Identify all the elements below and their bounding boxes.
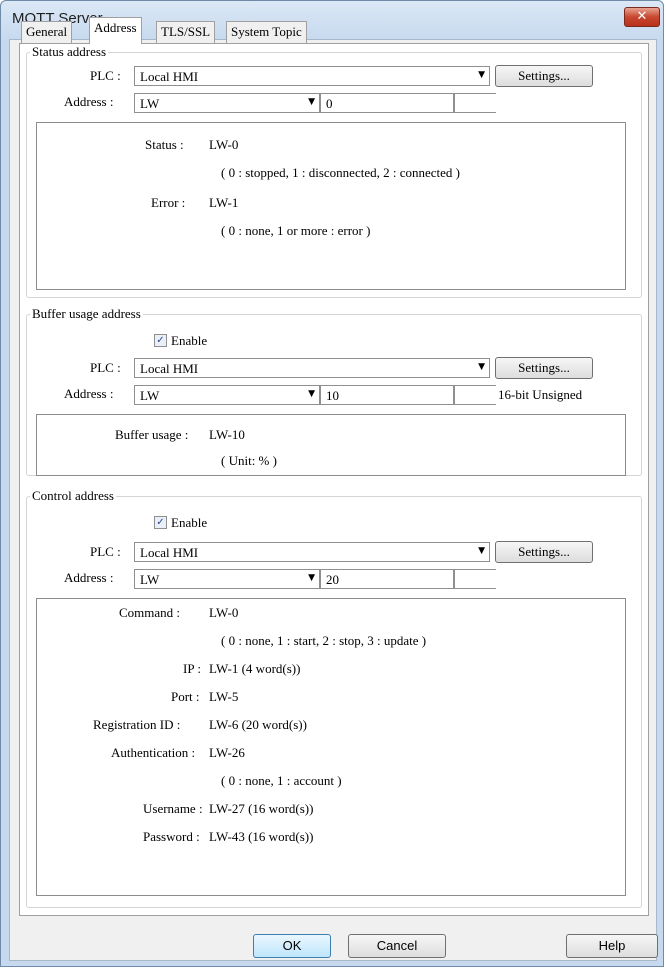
control-address-type-select[interactable]: LW ▼ — [134, 569, 320, 589]
buffer-info-box: Buffer usage : LW-10 ( Unit: % ) — [36, 414, 626, 476]
authentication-note: ( 0 : none, 1 : account ) — [221, 773, 342, 788]
buffer-plc-select[interactable]: Local HMI ▼ — [134, 358, 490, 378]
buffer-settings-button[interactable]: Settings... — [495, 357, 593, 379]
status-info-box: Status : LW-0 ( 0 : stopped, 1 : disconn… — [36, 122, 626, 290]
status-address-legend: Status address — [30, 44, 109, 60]
buffer-info-value: LW-10 — [209, 427, 245, 442]
control-plc-select[interactable]: Local HMI ▼ — [134, 542, 490, 562]
status-address-type-value: LW — [140, 96, 160, 111]
control-plc-value: Local HMI — [140, 545, 199, 560]
chevron-down-icon: ▼ — [478, 70, 485, 80]
error-info-value: LW-1 — [209, 195, 239, 210]
control-address-label: Address : — [64, 570, 114, 585]
chevron-down-icon: ▼ — [308, 389, 315, 399]
control-settings-button[interactable]: Settings... — [495, 541, 593, 563]
authentication-label: Authentication : — [111, 745, 196, 760]
buffer-plc-value: Local HMI — [140, 361, 199, 376]
chevron-down-icon: ▼ — [478, 546, 485, 556]
control-plc-label: PLC : — [90, 544, 121, 559]
status-info-value: LW-0 — [209, 137, 239, 152]
cancel-button[interactable]: Cancel — [348, 934, 446, 958]
buffer-enable-checkbox[interactable]: ✓ — [154, 334, 167, 347]
port-label: Port : — [171, 689, 200, 704]
status-info-note: ( 0 : stopped, 1 : disconnected, 2 : con… — [221, 165, 460, 180]
buffer-info-label: Buffer usage : — [115, 427, 189, 442]
control-enable-checkbox[interactable]: ✓ — [154, 516, 167, 529]
registration-id-value: LW-6 (20 word(s)) — [209, 717, 307, 732]
buffer-plc-label: PLC : — [90, 360, 121, 375]
buffer-address-type-value: LW — [140, 388, 160, 403]
tab-tls-ssl[interactable]: TLS/SSL — [156, 21, 216, 43]
tab-address[interactable]: Address — [89, 17, 142, 44]
control-data-type-box — [454, 569, 496, 589]
mqtt-server-dialog: MQTT Server ✕ General Address TLS/SSL Sy… — [0, 0, 664, 967]
status-address-label: Address : — [64, 94, 114, 109]
chevron-down-icon: ▼ — [478, 362, 485, 372]
ok-button[interactable]: OK — [253, 934, 331, 958]
ip-label: IP : — [183, 661, 201, 676]
status-data-type-box — [454, 93, 496, 113]
status-plc-value: Local HMI — [140, 69, 199, 84]
status-address-type-select[interactable]: LW ▼ — [134, 93, 320, 113]
error-info-label: Error : — [151, 195, 186, 210]
buffer-data-type-box — [454, 385, 496, 405]
buffer-usage-legend: Buffer usage address — [30, 306, 143, 322]
command-value: LW-0 — [209, 605, 239, 620]
chevron-down-icon: ▼ — [308, 97, 315, 107]
control-address-legend: Control address — [30, 488, 116, 504]
command-label: Command : — [119, 605, 181, 620]
registration-id-label: Registration ID : — [93, 717, 181, 732]
help-button[interactable]: Help — [566, 934, 658, 958]
ip-value: LW-1 (4 word(s)) — [209, 661, 301, 676]
port-value: LW-5 — [209, 689, 239, 704]
status-address-input[interactable]: 0 — [320, 93, 454, 113]
password-value: LW-43 (16 word(s)) — [209, 829, 314, 844]
control-address-type-value: LW — [140, 572, 160, 587]
control-enable-label: Enable — [171, 515, 208, 530]
buffer-address-type-select[interactable]: LW ▼ — [134, 385, 320, 405]
username-value: LW-27 (16 word(s)) — [209, 801, 314, 816]
password-label: Password : — [143, 829, 200, 844]
status-settings-button[interactable]: Settings... — [495, 65, 593, 87]
chevron-down-icon: ▼ — [308, 573, 315, 583]
status-plc-select[interactable]: Local HMI ▼ — [134, 66, 490, 86]
tab-general[interactable]: General — [21, 21, 73, 43]
buffer-data-type-label: 16-bit Unsigned — [498, 387, 583, 402]
username-label: Username : — [143, 801, 203, 816]
authentication-value: LW-26 — [209, 745, 245, 760]
tab-system-topic[interactable]: System Topic — [226, 21, 307, 43]
buffer-address-input[interactable]: 10 — [320, 385, 454, 405]
address-tab-panel: Status address PLC : Local HMI ▼ Setting… — [19, 43, 649, 916]
close-button[interactable]: ✕ — [624, 7, 660, 27]
buffer-info-note: ( Unit: % ) — [221, 453, 277, 468]
status-plc-label: PLC : — [90, 68, 121, 83]
command-note: ( 0 : none, 1 : start, 2 : stop, 3 : upd… — [221, 633, 427, 648]
control-info-box: Command : LW-0 ( 0 : none, 1 : start, 2 … — [36, 598, 626, 896]
buffer-enable-label: Enable — [171, 333, 208, 348]
status-info-label: Status : — [145, 137, 184, 152]
control-address-input[interactable]: 20 — [320, 569, 454, 589]
buffer-address-label: Address : — [64, 386, 114, 401]
error-info-note: ( 0 : none, 1 or more : error ) — [221, 223, 371, 238]
